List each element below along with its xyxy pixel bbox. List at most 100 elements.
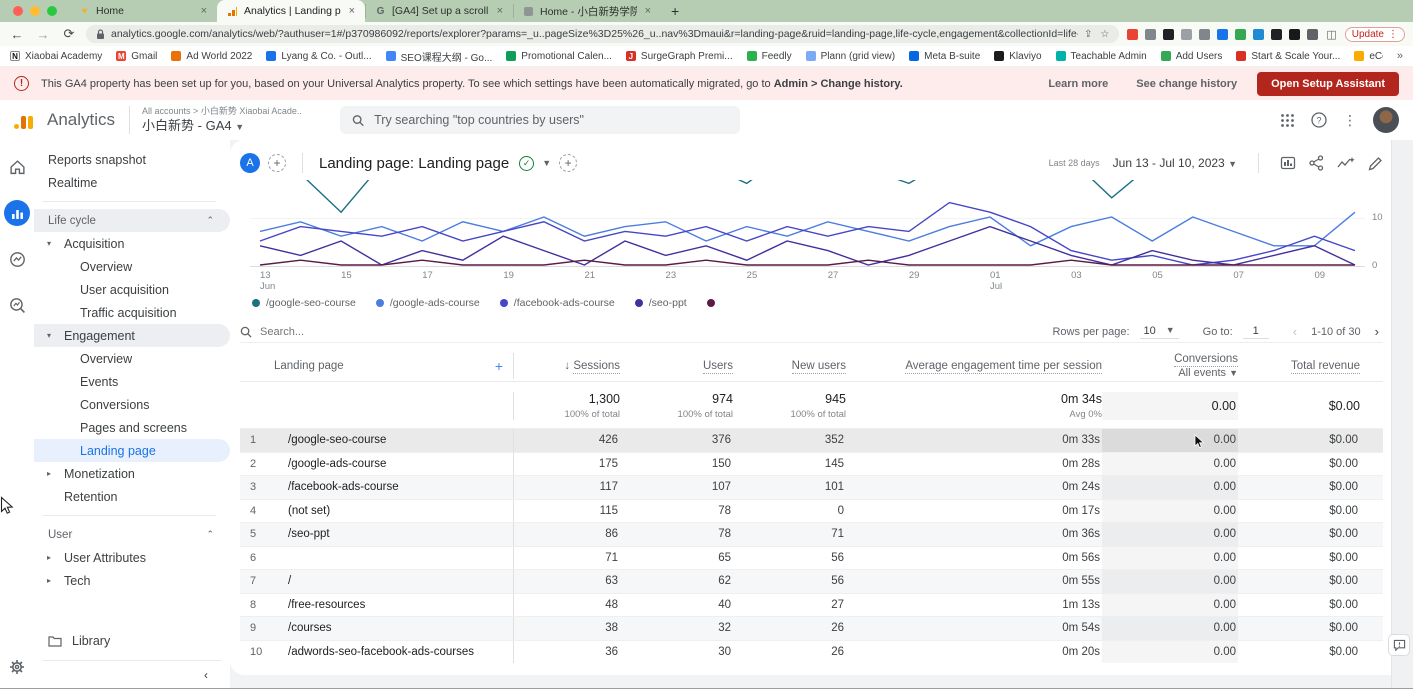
section-collapse-icon[interactable]: ⌃ (206, 529, 214, 540)
sidebar-item-user[interactable]: User⌃ (34, 523, 230, 546)
browser-tab-home-小白新势学院[interactable]: Home - 小白新势学院× (513, 0, 661, 22)
sidebar-item-monetization[interactable]: ▸Monetization (34, 462, 230, 485)
extension-icon[interactable] (1145, 29, 1156, 40)
sidebar-item-pages-and-screens[interactable]: Pages and screens (34, 416, 230, 439)
tab-close-icon[interactable]: × (495, 5, 505, 17)
customize-report-icon[interactable] (1280, 155, 1296, 171)
back-icon[interactable]: ← (8, 27, 26, 42)
help-icon[interactable]: ? (1311, 112, 1327, 128)
account-switcher[interactable]: All accounts > 小白新势 Xiaobai Acade.. 小白新势… (129, 106, 302, 134)
sidebar-item-events[interactable]: Events (34, 370, 230, 393)
table-row-1[interactable]: 1/google-seo-course4263763520m 33s0.00$0… (240, 428, 1383, 452)
more-options-icon[interactable]: ⋮ (1343, 112, 1357, 129)
date-range-picker[interactable]: Jun 13 - Jul 10, 2023 ▼ (1113, 156, 1237, 170)
goto-page-input[interactable]: 1 (1243, 325, 1269, 339)
extension-icon[interactable] (1181, 29, 1192, 40)
analytics-logo-icon[interactable] (14, 111, 33, 129)
feedback-button[interactable] (1388, 634, 1410, 656)
table-search-input[interactable] (260, 326, 460, 338)
sessions-header[interactable]: ↓ Sessions (514, 360, 620, 372)
bookmark-gmail[interactable]: MGmail (116, 51, 157, 62)
add-dimension-icon[interactable]: + (495, 358, 503, 374)
sidebar-item-library[interactable]: Library (34, 628, 230, 654)
minimize-window-button[interactable] (30, 6, 40, 16)
all-events-caret-icon[interactable]: ▼ (1229, 368, 1238, 378)
bookmark-star-icon[interactable]: ☆ (1100, 29, 1109, 40)
forward-icon[interactable]: → (34, 27, 52, 42)
open-setup-assistant-button[interactable]: Open Setup Assistant (1257, 72, 1399, 96)
sidebar-item-landing-page[interactable]: Landing page (34, 439, 230, 462)
comparison-chip[interactable]: A (240, 153, 260, 173)
bookmark-ecommerce-case[interactable]: eCommerce Case... (1354, 51, 1383, 62)
bookmark-start-scale-your[interactable]: Start & Scale Your... (1236, 51, 1340, 62)
sidebar-item-realtime[interactable]: Realtime (34, 171, 230, 194)
address-bar[interactable]: analytics.google.com/analytics/web/?auth… (86, 25, 1119, 43)
users-header[interactable]: Users (620, 360, 733, 372)
share-page-icon[interactable]: ⇪ (1084, 29, 1092, 40)
bookmark-teachable-admin[interactable]: Teachable Admin (1056, 51, 1147, 62)
collapse-sidebar-button[interactable]: ‹ (42, 660, 222, 688)
bookmark-xiaobai-academy[interactable]: NXiaobai Academy (10, 51, 102, 62)
table-row-4[interactable]: 4(not set)1157800m 17s0.00$0.00 (240, 499, 1383, 523)
table-row-5[interactable]: 5/seo-ppt8678710m 36s0.00$0.00 (240, 522, 1383, 546)
bookmark-plann-grid-view[interactable]: Plann (grid view) (806, 51, 895, 62)
bookmark-meta-b-suite[interactable]: Meta B-suite (909, 51, 980, 62)
bookmarks-overflow-icon[interactable]: » (1397, 50, 1403, 62)
new-tab-button[interactable]: + (661, 3, 689, 19)
sidebar-item-tech[interactable]: ▸Tech (34, 569, 230, 592)
search-input[interactable] (374, 113, 728, 127)
bookmark-add-users[interactable]: Add Users (1161, 51, 1223, 62)
table-row-9[interactable]: 9/courses3832260m 54s0.00$0.00 (240, 616, 1383, 640)
table-row-8[interactable]: 8/free-resources4840271m 13s0.00$0.00 (240, 593, 1383, 617)
tab-close-icon[interactable]: × (643, 5, 653, 17)
sidebar-item-engagement[interactable]: ▾Engagement (34, 324, 230, 347)
extension-icon[interactable] (1307, 29, 1318, 40)
add-comparison-button[interactable]: + (268, 154, 286, 172)
extension-icon[interactable] (1199, 29, 1210, 40)
user-avatar[interactable] (1373, 107, 1399, 133)
sidebar-item-reports-snapshot[interactable]: Reports snapshot (34, 148, 230, 171)
scrollbar-track[interactable] (1391, 140, 1413, 688)
landing-page-header[interactable]: Landing page + (274, 353, 514, 379)
bookmark-seo课程大纲-go[interactable]: SEO课程大纲 - Go... (386, 49, 493, 64)
tab-close-icon[interactable]: × (347, 5, 357, 17)
bookmark-feedly[interactable]: Feedly (747, 51, 792, 62)
rows-per-page-select[interactable]: 10▼ (1140, 325, 1179, 339)
reload-icon[interactable]: ⟳ (60, 26, 78, 42)
apps-grid-icon[interactable] (1280, 113, 1295, 128)
table-search[interactable] (240, 326, 1052, 338)
home-icon[interactable] (4, 154, 30, 180)
update-button[interactable]: Update ⋮ (1345, 27, 1405, 42)
browser-tab-ga4-set-up-a-scroll-conversi[interactable]: [GA4] Set up a scroll conversi× (365, 0, 513, 22)
analytics-search[interactable] (340, 106, 740, 134)
table-row-3[interactable]: 3/facebook-ads-course1171071010m 24s0.00… (240, 475, 1383, 499)
learn-more-link[interactable]: Learn more (1040, 78, 1116, 90)
conversions-header[interactable]: ConversionsAll events ▼ (1102, 353, 1238, 379)
edit-pencil-icon[interactable] (1368, 156, 1383, 171)
total-revenue-header[interactable]: Total revenue (1238, 360, 1360, 372)
next-page-icon[interactable]: › (1371, 324, 1383, 339)
report-caret-icon[interactable]: ▼ (542, 158, 551, 168)
bookmark-klaviyo[interactable]: Klaviyo (994, 51, 1041, 62)
sidebar-item-traffic-acquisition[interactable]: Traffic acquisition (34, 301, 230, 324)
extension-icon[interactable] (1127, 29, 1138, 40)
extension-icon[interactable] (1271, 29, 1282, 40)
table-row-7[interactable]: 7/6362560m 55s0.00$0.00 (240, 569, 1383, 593)
sidebar-item-acquisition[interactable]: ▾Acquisition (34, 232, 230, 255)
sidebar-item-retention[interactable]: Retention (34, 485, 230, 508)
sidebar-item-conversions[interactable]: Conversions (34, 393, 230, 416)
add-report-button[interactable]: + (559, 154, 577, 172)
sidebar-toggle-icon[interactable]: ◫ (1326, 28, 1336, 41)
admin-gear-icon[interactable] (4, 654, 30, 680)
tab-close-icon[interactable]: × (199, 5, 209, 17)
explore-icon[interactable] (4, 246, 30, 272)
close-window-button[interactable] (13, 6, 23, 16)
browser-tab-analytics-landing-page-land[interactable]: Analytics | Landing page: Land× (217, 0, 365, 22)
check-badge-icon[interactable]: ✓ (519, 156, 534, 171)
prev-page-icon[interactable]: ‹ (1289, 324, 1301, 339)
sidebar-item-overview[interactable]: Overview (34, 255, 230, 278)
advertising-icon[interactable] (4, 292, 30, 318)
fullscreen-window-button[interactable] (47, 6, 57, 16)
sidebar-item-user-acquisition[interactable]: User acquisition (34, 278, 230, 301)
extension-icon[interactable] (1163, 29, 1174, 40)
